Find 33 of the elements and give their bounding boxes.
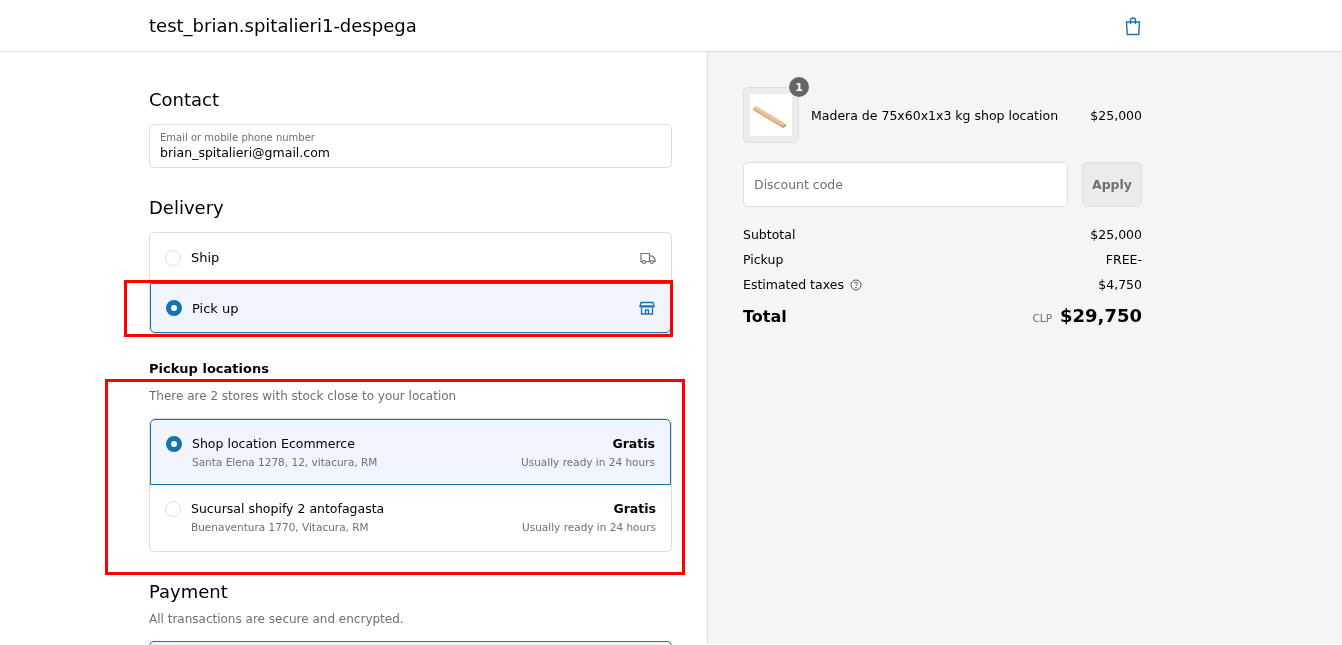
store-icon xyxy=(639,300,655,316)
summary-value: FREE- xyxy=(1105,252,1142,268)
pickup-location-option[interactable]: Shop location Ecommerce Santa Elena 1278, 12, vitacura, RM Gratis Usually ready in 24 hours xyxy=(150,419,671,485)
summary-label: Subtotal xyxy=(743,227,796,243)
total-label: Total xyxy=(743,307,787,326)
quantity-badge: 1 xyxy=(789,77,809,97)
help-icon[interactable] xyxy=(849,279,862,291)
product-name: Madera de 75x60x1x3 kg shop location xyxy=(811,107,1060,123)
section-subheading: Pickup locations xyxy=(149,360,270,378)
security-note: All transactions are secure and encrypted. xyxy=(149,611,404,627)
email-input[interactable]: brian_spitalieri@gmail.com xyxy=(160,144,661,161)
summary-value: $25,000 xyxy=(1090,227,1142,243)
summary-value: $4,750 xyxy=(1098,277,1142,293)
email-field[interactable]: Email or mobile phone number brian_spitalieri@gmail.com xyxy=(149,124,672,168)
wood-plank-drawing xyxy=(750,94,792,136)
currency-code: CLP xyxy=(1032,312,1052,324)
stores-note: There are 2 stores with stock close to your location xyxy=(149,388,457,404)
apply-button[interactable]: Apply xyxy=(1082,162,1142,207)
shopping-bag-icon[interactable] xyxy=(1124,15,1142,36)
delivery-option[interactable]: Pick up xyxy=(150,283,671,333)
field-label: Email or mobile phone number xyxy=(160,131,316,144)
radio-button[interactable] xyxy=(166,300,182,316)
product-price: $25,000 xyxy=(1090,107,1142,123)
summary-label: Pickup xyxy=(743,252,784,268)
summary-label: Estimated taxes xyxy=(743,277,844,293)
section-heading: Payment xyxy=(149,580,229,604)
store-name: test_brian.spitalieri1-despega xyxy=(149,15,417,36)
section-heading: Delivery xyxy=(149,196,225,220)
discount-code-field[interactable]: Discount code xyxy=(743,162,1068,207)
pickup-location-option[interactable]: Sucursal shopify 2 antofagasta Buenaventura 1770, Vitacura, RM Gratis Usually ready in 24 hours xyxy=(150,485,671,551)
section-heading: Contact xyxy=(149,88,221,112)
radio-button[interactable] xyxy=(166,436,182,452)
total-amount: $29,750 xyxy=(1060,305,1142,326)
